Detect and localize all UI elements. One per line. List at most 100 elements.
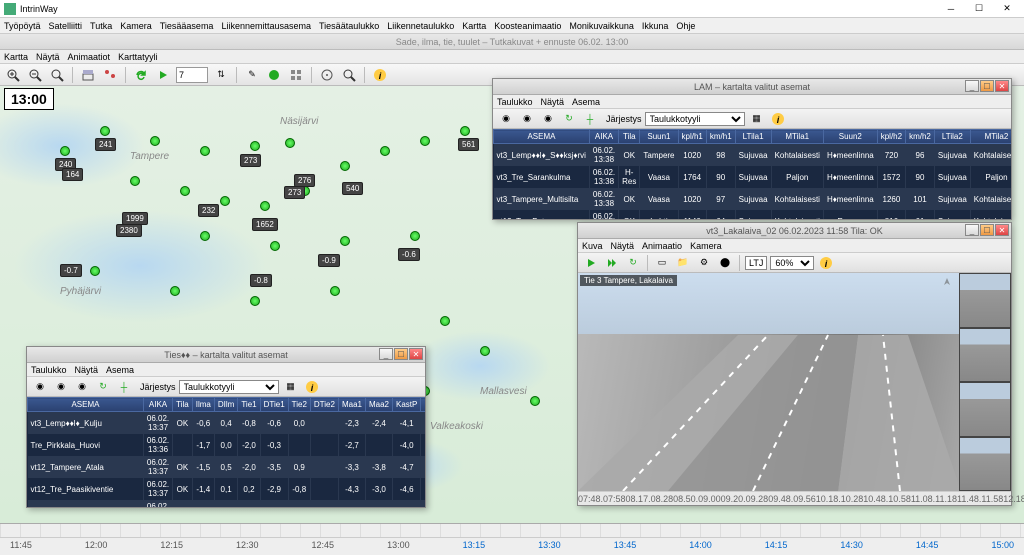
camera-time-scrubber[interactable]: 07:48.07:5808.17.08.2808.50.09.0009.20.0… [578, 491, 1011, 505]
menu-työpöytä[interactable]: Työpöytä [4, 21, 41, 31]
play-icon[interactable] [582, 254, 600, 272]
spin-arrows-icon[interactable]: ⇅ [212, 66, 230, 84]
menu-tutka[interactable]: Tutka [90, 21, 112, 31]
marker-label[interactable]: 164 [62, 168, 83, 181]
timeline-tick[interactable]: 11:45 [10, 540, 32, 550]
table-row[interactable]: vt3_Tampere_Multisilta06.02. 13:38OKVaas… [494, 188, 1012, 210]
timeline-tick[interactable]: 15:00 [991, 540, 1014, 550]
marker-label[interactable]: 241 [95, 138, 116, 151]
table-row[interactable]: vt3_Lemp♦♦l♦_Kulju06.02. 13:37OK-0,60,4-… [28, 412, 426, 435]
marker-label[interactable]: -0.8 [250, 274, 272, 287]
refresh-icon[interactable]: ↻ [624, 254, 642, 272]
menu-näytä[interactable]: Näytä [541, 97, 565, 107]
menu-tiesäätaulukko[interactable]: Tiesäätaulukko [319, 21, 379, 31]
refresh-icon[interactable]: ↻ [94, 378, 112, 396]
table-row[interactable]: vt12_Tampere_Atala06.02. 13:37OK-1,50,5-… [28, 456, 426, 478]
timeline-tick[interactable]: 13:45 [614, 540, 637, 550]
menu-ohje[interactable]: Ohje [676, 21, 695, 31]
menu-taulukko[interactable]: Taulukko [31, 365, 67, 375]
table-row[interactable]: vt12_Tre_Petsamo06.02. 13:38OKLahti11406… [494, 210, 1012, 219]
timeline-tick[interactable]: 14:00 [689, 540, 712, 550]
map-marker[interactable] [170, 286, 180, 296]
timeline-tick[interactable]: 13:00 [387, 540, 410, 550]
menu-koosteanimaatio[interactable]: Koosteanimaatio [494, 21, 561, 31]
thumb-2[interactable] [959, 328, 1011, 383]
marker-label[interactable]: 1652 [252, 218, 278, 231]
camera-panel-title[interactable]: vt3_Lakalaiva_02 06.02.2023 11:58 Tila: … [578, 223, 1011, 239]
marker-label[interactable]: 561 [458, 138, 479, 151]
table-row[interactable]: Tre_Pirkkala_Huovi06.02. 13:36-1,70,0-2,… [28, 434, 426, 456]
grid-icon[interactable]: ▦ [748, 110, 766, 128]
fast-icon[interactable] [603, 254, 621, 272]
info-icon[interactable]: i [371, 66, 389, 84]
panel-close-icon[interactable]: ✕ [409, 348, 423, 360]
zoom-in-icon[interactable] [4, 66, 22, 84]
map-marker[interactable] [380, 146, 390, 156]
menu-ikkuna[interactable]: Ikkuna [642, 21, 669, 31]
info-icon[interactable]: i [769, 110, 787, 128]
submenu-karttatyyli[interactable]: Karttatyyli [118, 52, 158, 62]
timeline-tick[interactable]: 12:15 [160, 540, 183, 550]
info-icon[interactable]: i [817, 254, 835, 272]
menu-kuva[interactable]: Kuva [582, 241, 603, 251]
pencil-icon[interactable]: ✎ [243, 66, 261, 84]
nav-first-icon[interactable]: ◉ [31, 378, 49, 396]
timeline-tick[interactable]: 12:45 [312, 540, 335, 550]
play-icon[interactable] [154, 66, 172, 84]
select-icon[interactable] [265, 66, 283, 84]
thumb-4[interactable] [959, 437, 1011, 492]
nav-prev-icon[interactable]: ◉ [52, 378, 70, 396]
panel-max-icon[interactable]: ☐ [980, 224, 994, 236]
table-row[interactable]: vt12_Tre_Paasikiventie06.02. 13:37OK-1,4… [28, 478, 426, 500]
map-marker[interactable] [480, 346, 490, 356]
camera-image[interactable]: Tie 3 Tampere, Lakalaiva [578, 273, 1011, 491]
map-marker[interactable] [440, 316, 450, 326]
panel-close-icon[interactable]: ✕ [995, 80, 1009, 92]
main-timeline[interactable]: 11:4512:0012:1512:3012:4513:0013:1513:30… [0, 523, 1024, 555]
panel-min-icon[interactable]: _ [965, 80, 979, 92]
marker-label[interactable]: -0.9 [318, 254, 340, 267]
marker-label[interactable]: 273 [284, 186, 305, 199]
reset-zoom-icon[interactable] [48, 66, 66, 84]
menu-asema[interactable]: Asema [572, 97, 600, 107]
thumb-3[interactable] [959, 382, 1011, 437]
search-icon[interactable] [340, 66, 358, 84]
submenu-näytä[interactable]: Näytä [36, 52, 60, 62]
map-marker[interactable] [180, 186, 190, 196]
nav-prev-icon[interactable]: ◉ [518, 110, 536, 128]
markers-icon[interactable] [101, 66, 119, 84]
ties-panel-title[interactable]: Ties♦♦ – kartalta valitut asemat _ ☐ ✕ [27, 347, 425, 363]
map-marker[interactable] [130, 176, 140, 186]
timeline-tick[interactable]: 12:00 [85, 540, 108, 550]
refresh-icon[interactable] [132, 66, 150, 84]
menu-kartta[interactable]: Kartta [462, 21, 486, 31]
minimize-button[interactable]: ─ [938, 2, 964, 16]
map-marker[interactable] [100, 126, 110, 136]
map-marker[interactable] [330, 286, 340, 296]
zoom-out-icon[interactable] [26, 66, 44, 84]
menu-asema[interactable]: Asema [106, 365, 134, 375]
map-marker[interactable] [340, 236, 350, 246]
map-marker[interactable] [260, 201, 270, 211]
info-icon[interactable]: i [303, 378, 321, 396]
marker-label[interactable]: -0.6 [398, 248, 420, 261]
timeline-tick[interactable]: 14:15 [765, 540, 788, 550]
settings-icon[interactable]: ⚙ [695, 254, 713, 272]
target-icon[interactable] [318, 66, 336, 84]
timeline-tick[interactable]: 14:30 [840, 540, 863, 550]
menu-satelliitti[interactable]: Satelliitti [49, 21, 83, 31]
thumb-1[interactable] [959, 273, 1011, 328]
map-marker[interactable] [200, 231, 210, 241]
menu-kamera[interactable]: Kamera [690, 241, 722, 251]
menu-monikuvaikkuna[interactable]: Monikuvaikkuna [569, 21, 634, 31]
panel-close-icon[interactable]: ✕ [995, 224, 1009, 236]
map-marker[interactable] [60, 146, 70, 156]
record-icon[interactable]: ⬤ [716, 254, 734, 272]
layers-icon[interactable] [79, 66, 97, 84]
map-marker[interactable] [200, 146, 210, 156]
ltj-button[interactable]: LTJ [745, 256, 767, 270]
map-marker[interactable] [90, 266, 100, 276]
menu-näytä[interactable]: Näytä [75, 365, 99, 375]
nav-first-icon[interactable]: ◉ [497, 110, 515, 128]
table-row[interactable]: vt3405_Tampere_Rautaharkko06.02. 13:37OK… [28, 500, 426, 507]
